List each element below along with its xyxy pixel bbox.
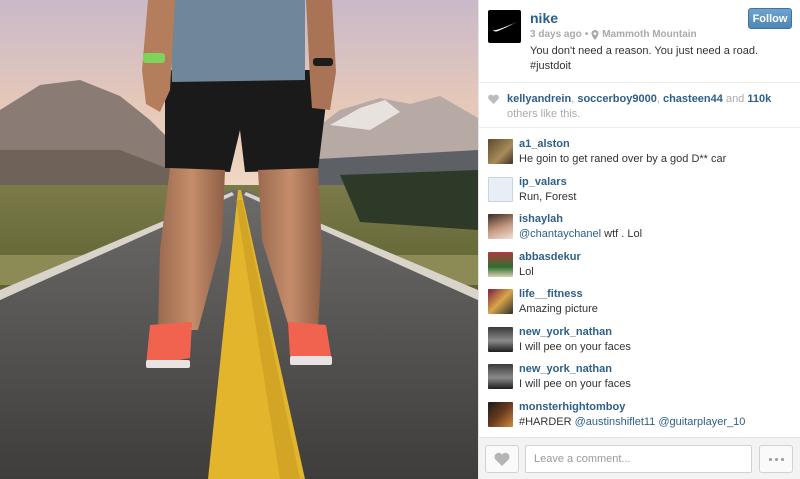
post-sidebar: nike Follow 3 days ago • Mammoth Mountai… xyxy=(478,0,800,479)
commenter-username[interactable]: life__fitness xyxy=(519,288,583,300)
comment-input[interactable] xyxy=(525,445,752,473)
runner-on-road-image xyxy=(0,0,478,479)
commenter-username[interactable]: abbasdekur xyxy=(519,251,581,263)
commenter-avatar[interactable] xyxy=(488,214,513,239)
comment-mention[interactable]: @austinshiflet11 xyxy=(575,416,656,428)
comment-item: ishaylah @chantaychanel wtf . Lol xyxy=(479,209,800,247)
comment-item: new_york_nathan I will pee on your faces xyxy=(479,322,800,360)
account-username[interactable]: nike xyxy=(530,10,558,26)
likes-and: and xyxy=(722,93,748,105)
commenter-username[interactable]: ishaylah xyxy=(519,213,563,225)
commenter-username[interactable]: ip_valars xyxy=(519,176,567,188)
post-header: nike Follow 3 days ago • Mammoth Mountai… xyxy=(479,0,800,83)
comment-text-body: wtf . Lol xyxy=(601,228,643,240)
comment-list: a1_alston He goin to get raned over by a… xyxy=(479,134,800,434)
meta-separator: • xyxy=(584,29,589,40)
likes-suffix: others like this. xyxy=(507,108,581,120)
caption-hashtag[interactable]: #justdoit xyxy=(530,59,792,74)
nike-swoosh-icon xyxy=(492,21,517,32)
more-options-button[interactable] xyxy=(759,445,793,473)
liker-link[interactable]: kellyandrein xyxy=(507,93,571,105)
comment-item: monsterhightomboy #HARDER @austinshiflet… xyxy=(479,397,800,435)
post-meta: 3 days ago • Mammoth Mountain xyxy=(530,29,697,40)
map-pin-icon xyxy=(591,29,599,40)
more-dots-icon xyxy=(780,457,784,461)
comment-item: a1_alston He goin to get raned over by a… xyxy=(479,134,800,172)
comment-text: Amazing picture xyxy=(519,303,598,315)
comment-item: new_york_nathan I will pee on your faces xyxy=(479,359,800,397)
like-button[interactable] xyxy=(485,445,519,473)
commenter-avatar[interactable] xyxy=(488,401,513,427)
follow-button[interactable]: Follow xyxy=(748,8,792,29)
liker-link[interactable]: chasteen44 xyxy=(663,93,723,105)
comment-mention[interactable]: @chantaychanel xyxy=(519,228,601,240)
post-photo[interactable] xyxy=(0,0,478,479)
liker-link[interactable]: soccerboy9000 xyxy=(577,93,657,105)
comment-text: He goin to get raned over by a god D** c… xyxy=(519,153,727,165)
post-time[interactable]: 3 days ago xyxy=(530,29,582,40)
heart-icon xyxy=(494,452,510,466)
commenter-username[interactable]: a1_alston xyxy=(519,138,570,150)
comment-item: life__fitness Amazing picture xyxy=(479,284,800,322)
profile-avatar[interactable] xyxy=(488,10,521,43)
comment-text-body: #HARDER xyxy=(519,415,575,428)
comment-mention[interactable]: @guitarplayer_10 xyxy=(655,416,745,428)
comment-text: @chantaychanel wtf . Lol xyxy=(519,228,642,240)
commenter-avatar[interactable] xyxy=(488,289,513,314)
caption-text: You don't need a reason. You just need a… xyxy=(530,45,758,57)
post-caption: You don't need a reason. You just need a… xyxy=(530,44,792,74)
commenter-username[interactable]: new_york_nathan xyxy=(519,326,612,338)
commenter-avatar[interactable] xyxy=(488,364,513,389)
commenter-avatar[interactable] xyxy=(488,326,513,352)
commenter-avatar[interactable] xyxy=(488,176,513,202)
commenter-avatar[interactable] xyxy=(488,251,513,277)
comment-text: Lol xyxy=(519,265,534,278)
post-viewer: nike Follow 3 days ago • Mammoth Mountai… xyxy=(0,0,800,479)
comment-item: ip_valars Run, Forest xyxy=(479,172,800,210)
commenter-username[interactable]: monsterhightomboy xyxy=(519,401,625,413)
likes-count[interactable]: 110k xyxy=(747,93,771,105)
comment-text: #HARDER @austinshiflet11 @guitarplayer_1… xyxy=(519,416,745,428)
post-location[interactable]: Mammoth Mountain xyxy=(602,29,696,40)
comment-item: abbasdekur Lol xyxy=(479,247,800,285)
heart-icon xyxy=(488,94,499,104)
comment-text: Run, Forest xyxy=(519,190,577,203)
likes-summary: kellyandrein, soccerboy9000, chasteen44 … xyxy=(479,83,800,128)
commenter-username[interactable]: new_york_nathan xyxy=(519,363,612,375)
comment-text: I will pee on your faces xyxy=(519,378,631,390)
more-dots-icon xyxy=(774,457,778,461)
more-dots-icon xyxy=(768,457,772,461)
comment-text: I will pee on your faces xyxy=(519,340,631,353)
comment-bar xyxy=(479,437,800,479)
commenter-avatar[interactable] xyxy=(488,139,513,164)
